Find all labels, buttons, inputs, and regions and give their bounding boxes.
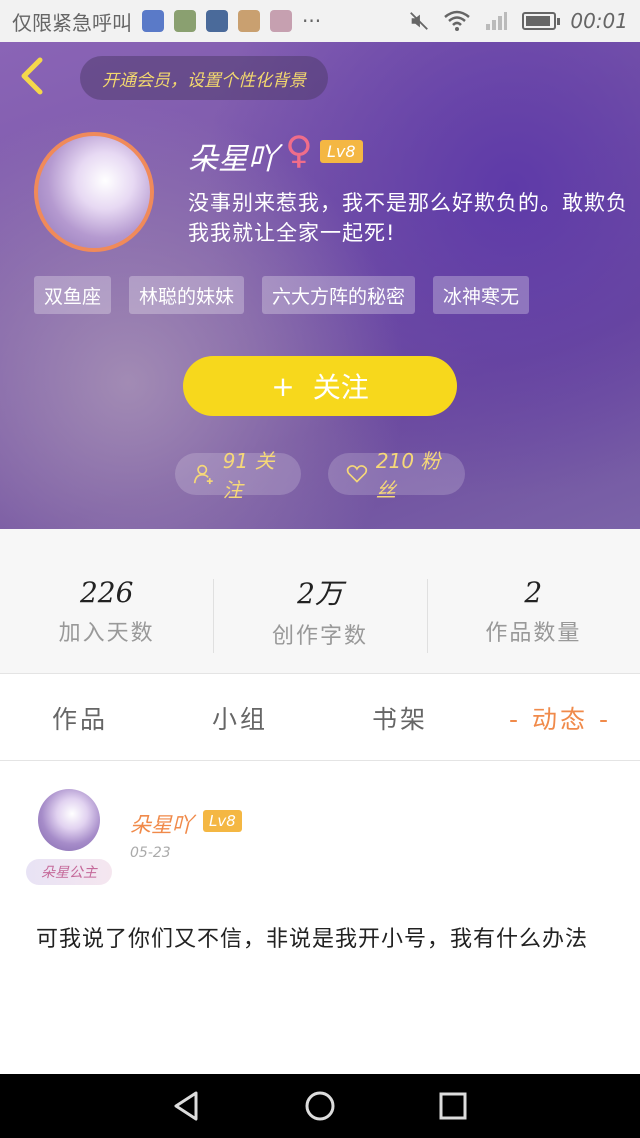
tab-bookshelf[interactable]: 书架 [320,675,480,760]
tag-list: 双鱼座 林聪的妹妹 六大方阵的秘密 冰神寒无 [34,276,530,314]
tag-item[interactable]: 冰神寒无 [433,276,530,314]
level-badge: Lv8 [203,810,242,832]
profile-header: 开通会员，设置个性化背景 朵星吖 ♀ Lv8 没事别来惹我，我不是那么好欺负的。… [0,42,640,529]
notification-icon [142,10,164,32]
circle-home-icon[interactable] [303,1089,337,1123]
user-nickname: 朵星吖 [188,142,278,177]
post-date: 05-23 [130,845,171,861]
user-bio: 没事别来惹我，我不是那么好欺负的。敢欺负我我就让全家一起死! [188,191,628,245]
following-count: 91 关注 [222,449,275,502]
app-icon [238,10,260,32]
plus-icon: + [271,369,295,403]
stat-value: 2 [524,575,543,609]
level-badge: Lv8 [320,140,363,163]
vip-background-prompt[interactable]: 开通会员，设置个性化背景 [80,56,328,100]
stat-value: 2万 [297,577,343,610]
vip-prompt-text: 开通会员，设置个性化背景 [102,70,306,91]
stat-works: 2 作品数量 [426,529,640,673]
tab-activity[interactable]: - 动态 - [480,675,640,760]
status-left: 仅限紧急呼叫 ··· [12,7,321,36]
tag-item[interactable]: 六大方阵的秘密 [262,276,416,314]
fans-button[interactable]: 210 粉丝 [328,449,465,502]
signal-icon [486,12,508,30]
clock: 00:01 [570,9,628,33]
status-bar: 仅限紧急呼叫 ··· 00:01 [0,0,640,42]
tag-item[interactable]: 林聪的妹妹 [129,276,245,314]
avatar-frame-label: 朵星公主 [26,859,112,885]
app-icon [174,10,196,32]
battery-icon [522,12,561,30]
more-notifications: ··· [302,9,322,33]
following-button[interactable]: 91 关注 [175,449,301,502]
triangle-back-icon[interactable] [170,1089,204,1123]
profile-tabs: 作品 小组 书架 - 动态 - [0,675,640,761]
follow-label: 关注 [312,371,369,404]
user-add-icon [193,464,213,485]
stat-days: 226 加入天数 [0,529,213,673]
heart-add-icon [346,465,368,483]
carrier-text: 仅限紧急呼叫 [12,10,132,35]
app-icon [270,10,292,32]
stat-value: 226 [79,575,134,609]
avatar[interactable] [34,132,154,252]
stat-label: 加入天数 [58,620,155,646]
profile-stats: 226 加入天数 2万 创作字数 2 作品数量 [0,529,640,674]
fans-count: 210 粉丝 [375,449,441,502]
post-author-avatar[interactable] [38,789,100,851]
female-icon: ♀ [285,128,313,172]
tab-works[interactable]: 作品 [0,675,160,760]
back-button[interactable] [16,56,56,100]
follow-button[interactable]: + 关注 [183,356,457,416]
chevron-left-icon [21,57,43,95]
stat-words: 2万 创作字数 [213,529,426,673]
stat-label: 作品数量 [485,620,582,646]
app-icon [206,10,228,32]
square-recent-icon[interactable] [436,1089,470,1123]
post-content: 可我说了你们又不信，非说是我开小号，我有什么办法 [36,927,589,952]
wifi-icon [444,10,471,31]
mute-icon [410,12,429,30]
stat-label: 创作字数 [271,624,368,649]
tag-item[interactable]: 双鱼座 [34,276,112,314]
tab-groups[interactable]: 小组 [160,675,320,760]
post-author-name[interactable]: 朵星吖 [130,809,193,839]
status-right: 00:01 [408,9,628,33]
activity-post[interactable]: 朵星公主 朵星吖 Lv8 05-23 可我说了你们又不信，非说是我开小号，我有什… [0,761,640,1074]
system-navbar [0,1074,640,1138]
